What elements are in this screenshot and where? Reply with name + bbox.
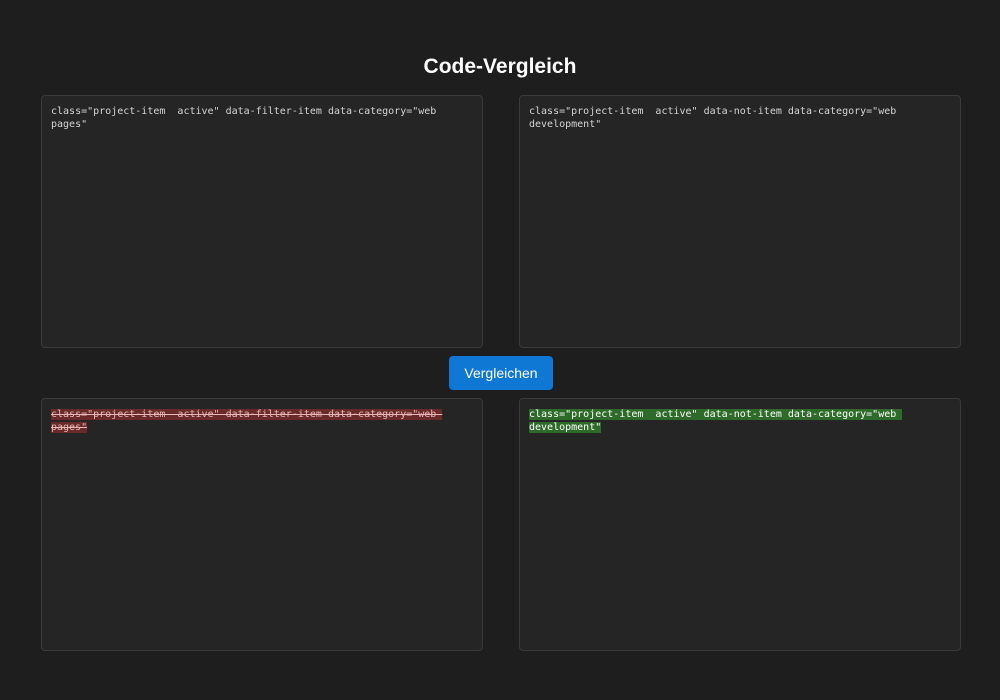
added-code-highlight: class="project-item active" data-not-ite… <box>529 409 903 433</box>
diff-result-right: class="project-item active" data-not-ite… <box>519 398 961 651</box>
modified-code-editor[interactable]: class="project-item active" data-not-ite… <box>519 95 961 348</box>
compare-button[interactable]: Vergleichen <box>449 356 553 390</box>
removed-code-highlight: class="project-item active" data-filter-… <box>51 409 443 433</box>
original-code-editor[interactable]: class="project-item active" data-filter-… <box>41 95 483 348</box>
page-title: Code-Vergleich <box>423 55 577 78</box>
diff-result-left: class="project-item active" data-filter-… <box>41 398 483 651</box>
